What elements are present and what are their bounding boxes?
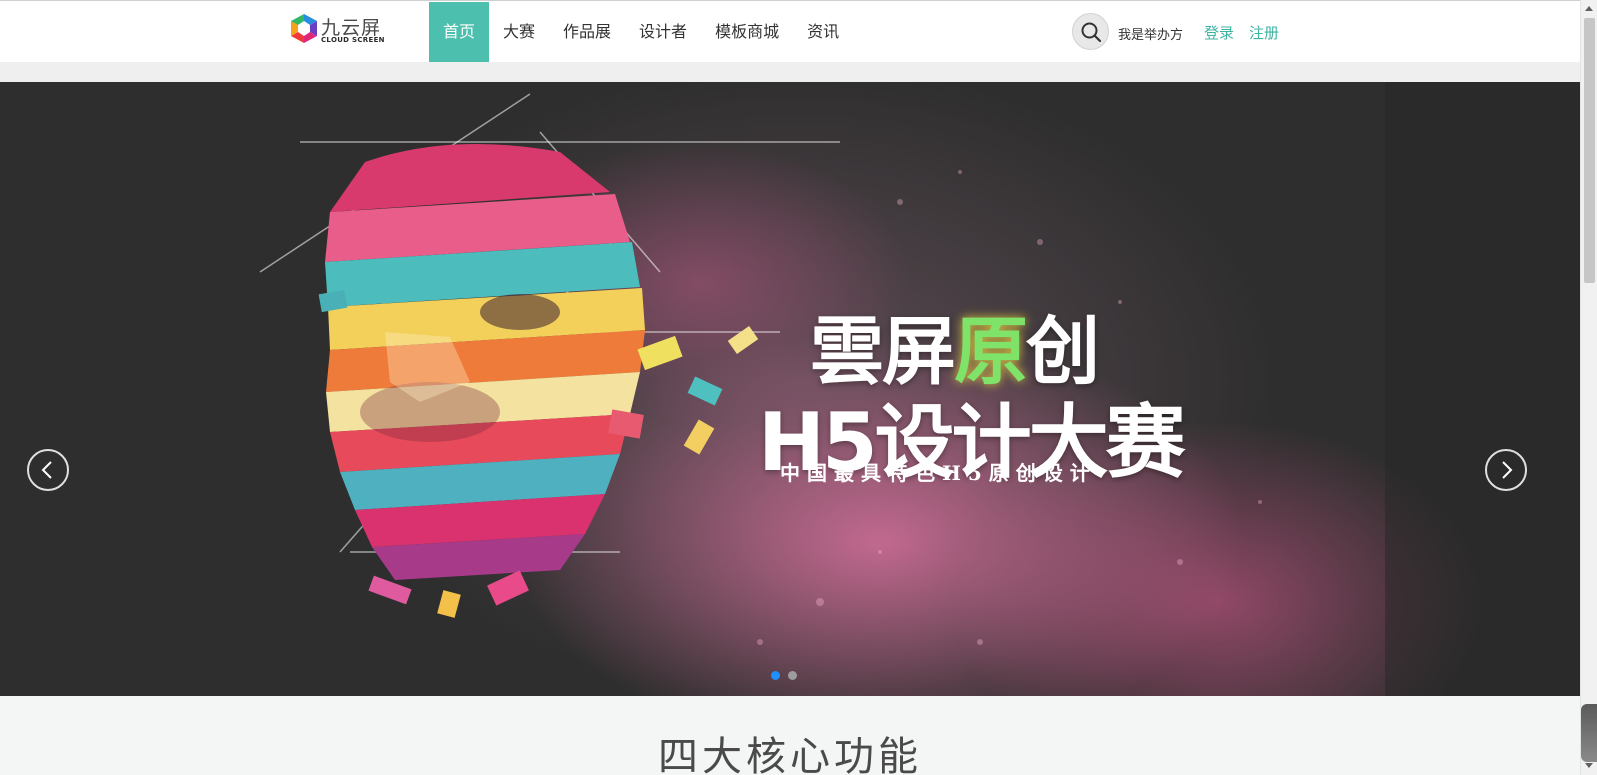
scroll-thumb[interactable] (1584, 18, 1595, 283)
side-widget-tab[interactable] (1581, 704, 1597, 762)
nav-item-contest[interactable]: 大赛 (489, 2, 549, 63)
section-title: 四大核心功能 (658, 734, 922, 775)
brand-logo[interactable]: 九云屏 CLOUD SCREEN (288, 12, 388, 52)
nav-item-template-store[interactable]: 模板商城 (701, 2, 793, 63)
cube-logo-icon (291, 14, 317, 43)
register-link[interactable]: 注册 (1249, 22, 1279, 43)
scroll-up-icon[interactable] (1585, 6, 1593, 11)
carousel-dot-2[interactable] (788, 671, 797, 680)
carousel-next-button[interactable] (1485, 449, 1527, 491)
chevron-left-icon (41, 461, 52, 479)
carousel-dot-1[interactable] (771, 671, 780, 680)
hero-carousel[interactable]: 雲屏原创 H5设计大赛 中国最具特色H5原创设计 (0, 82, 1580, 696)
nav-item-home[interactable]: 首页 (429, 2, 490, 63)
chevron-right-icon (1502, 461, 1513, 479)
header-divider-band (0, 62, 1580, 82)
scroll-down-icon[interactable] (1585, 763, 1593, 768)
nav-item-designers[interactable]: 设计者 (625, 2, 701, 63)
search-button[interactable] (1072, 13, 1109, 50)
brand-name-en: CLOUD SCREEN (321, 36, 385, 44)
carousel-prev-button[interactable] (27, 449, 69, 491)
nav-item-works[interactable]: 作品展 (549, 2, 625, 63)
nav-item-news[interactable]: 资讯 (793, 2, 853, 63)
site-header: 九云屏 CLOUD SCREEN 首页 大赛 作品展 设计者 模板商城 资讯 我… (0, 0, 1580, 63)
search-icon (1081, 22, 1102, 43)
carousel-dots (771, 671, 797, 680)
page-scrollbar[interactable] (1580, 0, 1597, 775)
login-link[interactable]: 登录 (1204, 22, 1234, 43)
main-nav: 首页 大赛 作品展 设计者 模板商城 资讯 (429, 2, 853, 63)
organizer-link[interactable]: 我是举办方 (1118, 24, 1183, 43)
hero-tagline: 中国最具特色H5原创设计 (780, 461, 1097, 485)
